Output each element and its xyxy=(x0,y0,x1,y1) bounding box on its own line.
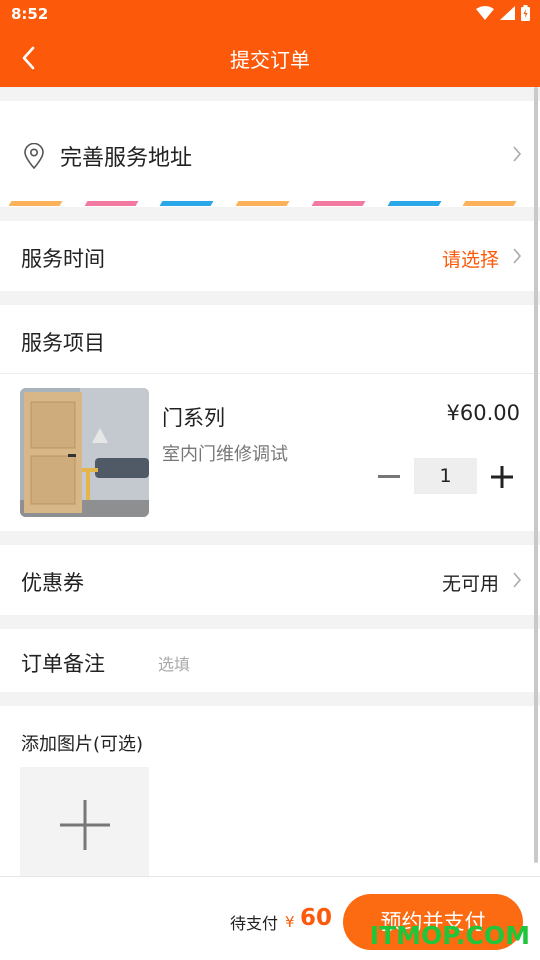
order-note-row: 订单备注 选填 xyxy=(0,629,540,692)
minus-icon xyxy=(378,475,400,478)
stripe-segment xyxy=(84,201,138,206)
status-icons xyxy=(476,5,530,21)
service-time-value: 请选择 xyxy=(441,249,499,271)
service-project-label: 服务项目 xyxy=(21,331,105,355)
add-images-section: 添加图片(可选) xyxy=(0,706,540,882)
signal-icon xyxy=(500,6,515,20)
chevron-right-icon xyxy=(513,572,522,588)
watermark: ITMOP.COM xyxy=(369,921,530,950)
coupon-value: 无可用 xyxy=(441,573,499,595)
quantity-increase-button[interactable] xyxy=(485,460,519,494)
product-image xyxy=(20,388,149,517)
address-label: 完善服务地址 xyxy=(60,146,193,171)
service-time-label: 服务时间 xyxy=(21,247,105,271)
divider xyxy=(0,373,540,374)
add-image-button[interactable] xyxy=(20,767,149,882)
order-note-label: 订单备注 xyxy=(21,652,105,676)
stripe-segment xyxy=(387,201,441,206)
stripe-segment xyxy=(8,201,63,206)
service-time-row[interactable]: 服务时间 请选择 xyxy=(0,221,540,291)
page-title: 提交订单 xyxy=(230,48,310,72)
pay-amount: 60 xyxy=(300,905,333,931)
product-name: 门系列 xyxy=(162,406,225,430)
quantity-decrease-button[interactable] xyxy=(372,460,406,494)
stripe-segment xyxy=(311,201,366,206)
pay-label: 待支付 xyxy=(230,914,279,933)
product-description: 室内门维修调试 xyxy=(162,444,288,465)
product-price: ¥60.00 xyxy=(446,401,520,425)
chevron-right-icon xyxy=(513,248,522,264)
stripe-segment xyxy=(235,201,290,206)
wifi-icon xyxy=(476,6,494,20)
coupon-row[interactable]: 优惠券 无可用 xyxy=(0,545,540,615)
quantity-value[interactable]: 1 xyxy=(414,458,477,494)
address-row[interactable]: 完善服务地址 xyxy=(0,101,540,207)
status-time: 8:52 xyxy=(11,5,49,23)
plus-icon xyxy=(59,799,110,850)
location-pin-icon xyxy=(24,143,44,169)
coupon-label: 优惠券 xyxy=(21,571,84,595)
plus-icon xyxy=(491,466,513,488)
add-images-label: 添加图片(可选) xyxy=(21,734,144,755)
service-project-section: 服务项目 门系列 室内门维修调试 ¥60.00 1 xyxy=(0,305,540,531)
status-bar: 8:52 xyxy=(0,0,540,30)
envelope-stripe xyxy=(0,200,540,207)
stripe-segment xyxy=(159,201,214,206)
top-bar: 8:52 提交订单 xyxy=(0,0,540,87)
scrollbar[interactable] xyxy=(534,87,538,863)
bottom-bar: 待支付 ¥ 60 预约并支付 ITMOP.COM xyxy=(0,876,540,960)
nav-bar: 提交订单 xyxy=(0,30,540,87)
order-note-input[interactable]: 选填 xyxy=(158,651,190,675)
pay-currency: ¥ xyxy=(285,913,295,931)
chevron-right-icon xyxy=(513,146,522,162)
door-image xyxy=(20,388,149,517)
battery-icon xyxy=(521,5,530,21)
stripe-segment xyxy=(462,201,517,206)
